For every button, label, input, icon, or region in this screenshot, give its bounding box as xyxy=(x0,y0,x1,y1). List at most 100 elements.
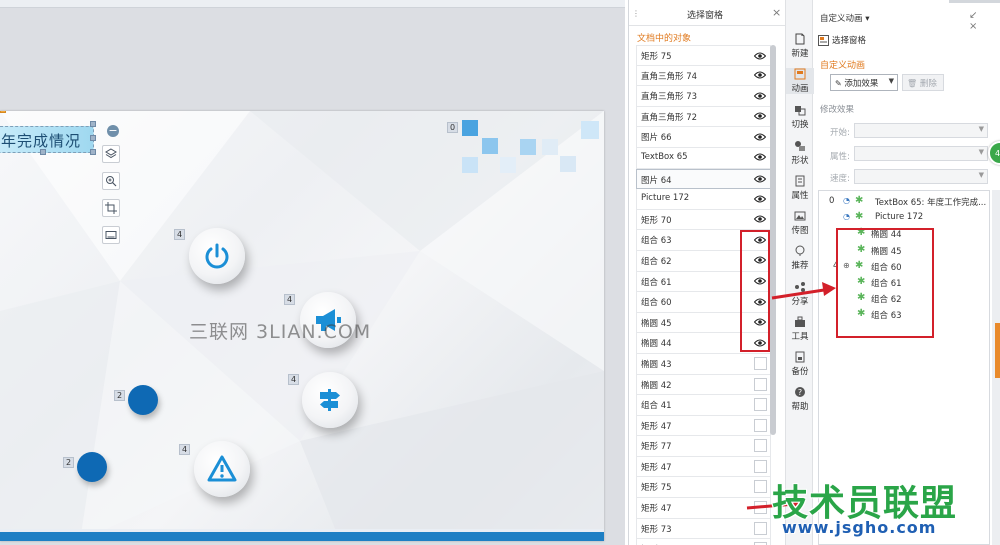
layers-icon[interactable] xyxy=(102,145,120,163)
chevron-down-icon: ▼ xyxy=(978,171,984,179)
rotate-handle[interactable] xyxy=(0,111,6,113)
warning-graphic[interactable] xyxy=(194,441,250,497)
object-list-row[interactable]: 矩形 77 xyxy=(636,436,771,457)
tool-strip-item[interactable]: 传图 xyxy=(786,210,814,236)
selection-pane-link[interactable]: 选择窗格 xyxy=(818,34,866,46)
object-name: 椭圆 43 xyxy=(641,359,672,370)
tool-strip-item[interactable]: 形状 xyxy=(786,140,814,166)
object-list-row[interactable]: 椭圆 42 xyxy=(636,374,771,396)
tool-strip-item[interactable]: 工具 xyxy=(786,316,814,342)
object-name: 直角三角形 74 xyxy=(641,71,698,82)
properties-icon xyxy=(795,175,805,187)
canvas-top-strip xyxy=(0,0,625,8)
highlight-box xyxy=(740,230,770,352)
object-list-row[interactable]: 直角三角形 74 xyxy=(636,65,771,87)
signpost-graphic[interactable] xyxy=(302,372,358,428)
selection-pane-header: ⋮ 选择窗格 × xyxy=(629,0,785,26)
zoom-icon[interactable] xyxy=(102,172,120,190)
blue-ellipse[interactable] xyxy=(77,452,107,482)
eye-icon[interactable] xyxy=(753,49,767,62)
object-list-row[interactable]: 直角三角形 72 xyxy=(636,106,771,128)
object-name: 图片 64 xyxy=(641,175,672,186)
eye-icon[interactable] xyxy=(753,151,767,164)
red-arrow-icon xyxy=(771,282,836,300)
scrollbar[interactable] xyxy=(770,45,776,435)
resize-handle[interactable] xyxy=(90,121,96,127)
resize-handle[interactable] xyxy=(90,135,96,141)
object-name: 矩形 77 xyxy=(641,442,672,453)
animation-list-row[interactable]: ◔ ✱ Picture 172 xyxy=(819,210,989,226)
eye-icon[interactable] xyxy=(753,89,767,102)
visibility-toggle[interactable] xyxy=(754,398,767,412)
modify-effect-label: 修改效果 xyxy=(820,105,855,115)
window-edge xyxy=(949,0,1000,3)
object-list-row[interactable]: 图片 66 xyxy=(636,127,771,148)
visibility-toggle[interactable] xyxy=(754,439,767,453)
tool-strip-item[interactable]: 备份 xyxy=(786,351,814,377)
object-list-row[interactable]: Picture 172 xyxy=(636,189,771,210)
object-name: 矩形 75 xyxy=(641,483,672,494)
visibility-toggle[interactable] xyxy=(754,459,767,473)
eye-icon[interactable] xyxy=(753,110,767,123)
power-icon xyxy=(205,243,229,269)
object-list-row[interactable]: 直角三角形 73 xyxy=(636,86,771,107)
object-list-row[interactable]: 矩形 47 xyxy=(636,539,771,545)
tool-strip-item[interactable]: 新建 xyxy=(786,33,814,59)
eye-icon[interactable] xyxy=(753,130,767,143)
slide-canvas-area[interactable]: 0 年完成情况 − 4 4 4 2 4 2 三联网 3LIAN.COM xyxy=(0,0,625,545)
object-list-row[interactable]: 矩形 47 xyxy=(636,415,771,437)
collapse-icon[interactable]: − xyxy=(107,125,119,137)
drag-grip-icon[interactable]: ⋮ xyxy=(632,9,640,18)
eye-icon[interactable] xyxy=(753,69,767,82)
resize-handle[interactable] xyxy=(40,149,46,155)
animation-order-badge: 4 xyxy=(174,229,186,240)
object-list-row[interactable]: TextBox 65 xyxy=(636,147,771,169)
pane-window-controls[interactable]: ↙ × xyxy=(969,10,1000,32)
animation-icon xyxy=(794,68,806,80)
object-list-row[interactable]: 矩形 75 xyxy=(636,45,771,66)
object-name: 矩形 47 xyxy=(641,421,672,432)
object-name: 椭圆 42 xyxy=(641,380,672,391)
edit-icon: ✎ xyxy=(835,79,842,88)
object-list-row[interactable]: 矩形 47 xyxy=(636,456,771,478)
power-button-graphic[interactable] xyxy=(189,228,245,284)
object-list-row[interactable]: 矩形 73 xyxy=(636,518,771,540)
animation-list-row[interactable]: 0 ◔ ✱ TextBox 65: 年度工作完成... xyxy=(819,194,989,210)
frame-icon[interactable] xyxy=(102,226,120,244)
eye-icon[interactable] xyxy=(753,173,767,186)
delete-button[interactable]: 🗑 删除 xyxy=(902,74,944,91)
eye-icon[interactable] xyxy=(753,192,767,205)
resize-handle[interactable] xyxy=(90,149,96,155)
tool-strip-item[interactable]: 推荐 xyxy=(786,245,814,271)
eye-icon[interactable] xyxy=(753,213,767,226)
object-list-row[interactable]: 矩形 70 xyxy=(636,209,771,231)
property-select[interactable]: ▼ xyxy=(854,146,988,161)
selection-pane-icon xyxy=(818,34,829,46)
add-effect-button[interactable]: ✎ 添加效果 ▼ xyxy=(830,74,898,91)
visibility-toggle[interactable] xyxy=(754,356,767,370)
object-list-row[interactable]: 组合 41 xyxy=(636,395,771,416)
object-list-row[interactable]: 椭圆 43 xyxy=(636,353,771,375)
tool-strip-item[interactable]: 动画 xyxy=(786,68,814,94)
animation-order-number: 0 xyxy=(829,196,835,206)
object-name: 矩形 70 xyxy=(641,215,672,226)
visibility-toggle[interactable] xyxy=(754,418,767,432)
animation-pane-title[interactable]: 自定义动画 ▾ xyxy=(820,12,869,24)
crop-icon[interactable] xyxy=(102,199,120,217)
object-name: 组合 63 xyxy=(641,236,672,247)
tool-strip-item[interactable]: 切换 xyxy=(786,104,814,130)
side-tab-edge[interactable] xyxy=(995,323,1000,378)
close-icon[interactable]: × xyxy=(772,6,781,19)
slide-title-textbox[interactable]: 年完成情况 xyxy=(0,126,94,153)
side-tool-strip: 新建 动画 切换 形状 属性 传图 推荐 分享 工具 备份? 帮助 xyxy=(785,0,814,545)
chevron-down-icon: ▼ xyxy=(888,77,894,85)
blue-ellipse[interactable] xyxy=(128,385,158,415)
start-select[interactable]: ▼ xyxy=(854,123,988,138)
site-logo-watermark: 技术员联盟 www.jsgho.com xyxy=(762,474,1000,545)
object-list-row[interactable]: 图片 64 xyxy=(636,168,771,190)
tool-strip-item[interactable]: ? 帮助 xyxy=(786,386,814,412)
tool-strip-item[interactable]: 属性 xyxy=(786,175,814,201)
speed-select[interactable]: ▼ xyxy=(854,169,988,184)
shapes-icon xyxy=(795,141,805,151)
visibility-toggle[interactable] xyxy=(754,377,767,391)
